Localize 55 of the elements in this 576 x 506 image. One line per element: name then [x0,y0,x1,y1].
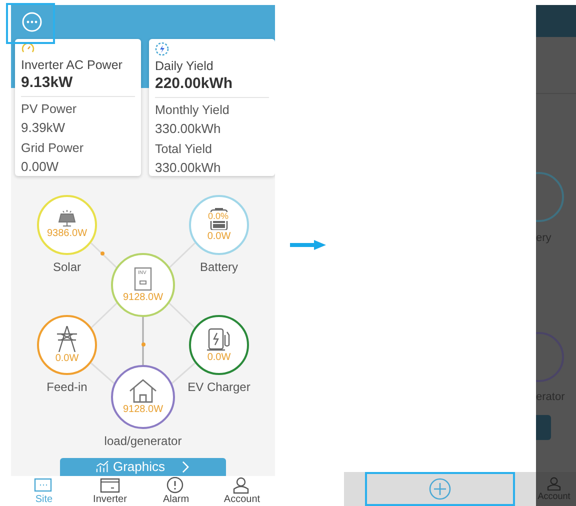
inverter-icon [134,266,152,290]
power-reading: 9386.0W [46,228,88,240]
flow-node[interactable]: 9128.0W [111,365,175,429]
dimmed-header [536,5,576,37]
flow-dot-icon [141,342,146,347]
add-button[interactable] [365,472,515,506]
node-label: Feed-in [46,379,88,396]
inverter-icon [100,477,120,494]
flow-node[interactable]: 9386.0W [37,195,97,255]
alert-icon [166,477,186,494]
chevron-right-icon [181,461,190,473]
nav-tab[interactable]: Inverter [77,476,143,506]
power-reading: 0.0W [207,352,231,364]
metric-value: 330.00kWh [155,159,222,176]
nav-tab[interactable]: Alarm [143,476,209,506]
metric-label: PV Power [21,102,78,117]
metric-value: 0.00W [21,158,60,175]
power-reading: 9128.0W [122,292,164,304]
graphics-button[interactable]: Graphics [60,458,226,476]
metric-label: Total Yield [155,142,213,157]
house-icon [129,378,157,403]
flow-node[interactable]: 0.0% 0.0W [189,195,249,255]
node-label: EV Charger [188,379,250,396]
flow-dot-icon [100,251,105,256]
node-label: load/generator [104,433,182,450]
flow-node[interactable]: 0.0W [189,315,249,375]
metric-label: Monthly Yield [155,103,230,118]
metric-label: Grid Power [21,141,85,156]
power-reading: 9128.0W [122,404,164,416]
node-label: Battery [200,259,238,276]
gauge-icon [21,42,35,55]
plus-icon [429,478,451,500]
battery-percent: 0.0% [208,212,229,220]
card-title: Daily Yield [155,58,214,74]
chart-icon [96,461,109,473]
bolt-icon [155,42,169,56]
nav-tab[interactable]: Account [209,476,275,506]
card-value: 9.13kW [21,73,135,97]
flow-node[interactable]: 0.0W [37,315,97,375]
node-label: Solar [53,259,81,276]
card-title: Inverter AC Power [21,57,124,73]
more-icon[interactable] [22,12,42,32]
arrow-icon [290,240,326,250]
card-value: 220.00kWh [155,74,269,98]
metric-value: 330.00kWh [155,120,222,137]
ev-charger-icon [207,326,231,350]
highlight-frame [6,3,55,44]
power-reading: 0.0W [207,230,231,242]
button-fragment [536,415,551,440]
nav-tab[interactable]: Site [11,476,77,506]
site-icon [34,477,54,494]
user-icon [547,477,561,491]
pylon-icon [55,326,79,352]
power-reading: 0.0W [55,352,79,364]
metric-value: 9.39kW [21,119,66,136]
